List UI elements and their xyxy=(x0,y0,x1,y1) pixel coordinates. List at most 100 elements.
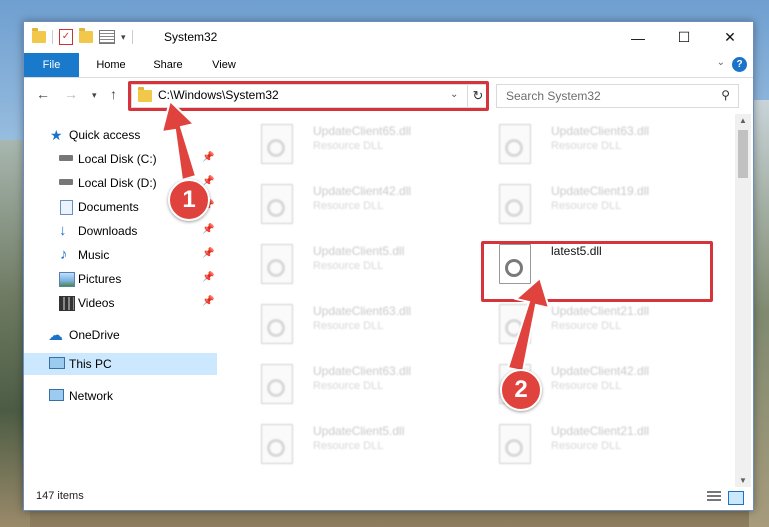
dll-file-icon xyxy=(261,184,293,224)
sidebar-item-videos[interactable]: Videos 📌 xyxy=(24,292,217,314)
file-name: UpdateClient19.dll xyxy=(551,184,650,198)
annotation-badge-1: 1 xyxy=(168,179,210,221)
customize-toolbar-chevron-icon[interactable]: ▾ xyxy=(121,32,126,43)
pin-icon[interactable]: 📌 xyxy=(202,272,214,283)
sidebar-item-network[interactable]: Network xyxy=(24,385,217,407)
file-type: Resource DLL xyxy=(551,440,622,452)
dll-file-icon xyxy=(261,244,293,284)
file-item[interactable]: UpdateClient19.dll Resource DLL xyxy=(485,182,715,238)
ribbon: File Home Share View ⌄ ? xyxy=(24,53,753,78)
new-folder-icon[interactable] xyxy=(79,28,93,43)
toolbar-divider xyxy=(131,30,133,44)
file-type: Resource DLL xyxy=(313,140,384,152)
file-name: UpdateClient63.dll xyxy=(313,364,412,378)
sidebar-item-quick-access[interactable]: ★ Quick access xyxy=(24,124,217,146)
pictures-icon xyxy=(59,272,75,287)
file-name: UpdateClient42.dll xyxy=(551,364,650,378)
properties-icon[interactable] xyxy=(99,30,115,44)
close-button[interactable]: ✕ xyxy=(707,22,753,53)
explorer-window: ✓ ▾ System32 — ☐ ✕ File Home Share View … xyxy=(23,21,754,511)
dll-file-icon xyxy=(499,304,531,344)
sidebar-item-label: Local Disk (D:) xyxy=(78,176,157,190)
sidebar-item-downloads[interactable]: ↓ Downloads 📌 xyxy=(24,220,217,242)
address-highlight-box xyxy=(128,81,489,111)
recent-locations-chevron-icon[interactable]: ▾ xyxy=(92,90,97,101)
sidebar-item-label: This PC xyxy=(69,357,112,371)
drive-icon xyxy=(59,155,73,161)
scrollbar-thumb[interactable] xyxy=(738,130,748,178)
minimize-button[interactable]: — xyxy=(615,22,661,53)
file-item[interactable]: UpdateClient65.dll Resource DLL xyxy=(247,122,477,178)
details-view-icon[interactable] xyxy=(707,491,721,503)
star-icon: ★ xyxy=(50,127,63,143)
file-item[interactable]: UpdateClient63.dll Resource DLL xyxy=(247,302,477,358)
dll-file-icon xyxy=(261,304,293,344)
help-icon[interactable]: ? xyxy=(732,57,747,72)
sidebar-item-label: Documents xyxy=(78,200,139,214)
file-item[interactable]: UpdateClient63.dll Resource DLL xyxy=(247,362,477,418)
vertical-scrollbar[interactable]: ▲ ▼ xyxy=(735,114,751,487)
pin-icon[interactable]: 📌 xyxy=(202,152,214,163)
sidebar-item-pictures[interactable]: Pictures 📌 xyxy=(24,268,217,290)
network-icon xyxy=(49,389,64,401)
file-type: Resource DLL xyxy=(313,320,384,332)
sidebar-item-label: Quick access xyxy=(69,128,141,142)
scroll-up-icon[interactable]: ▲ xyxy=(739,116,747,125)
sidebar-item-onedrive[interactable]: ☁ OneDrive xyxy=(24,324,217,346)
pin-icon[interactable]: 📌 xyxy=(202,224,214,235)
file-name: UpdateClient63.dll xyxy=(551,124,650,138)
pin-icon[interactable]: 📌 xyxy=(202,248,214,259)
scroll-down-icon[interactable]: ▼ xyxy=(739,476,747,485)
item-count: 147 items xyxy=(36,490,84,502)
file-item[interactable]: UpdateClient5.dll Resource DLL xyxy=(247,242,477,298)
file-type: Resource DLL xyxy=(551,320,622,332)
tab-view[interactable]: View xyxy=(200,53,248,77)
document-icon xyxy=(60,200,73,215)
file-type: Resource DLL xyxy=(551,380,622,392)
tab-share[interactable]: Share xyxy=(144,53,192,77)
tab-file[interactable]: File xyxy=(24,53,79,77)
file-type: Resource DLL xyxy=(313,200,384,212)
sidebar-item-label: Videos xyxy=(78,296,115,310)
back-arrow-icon[interactable]: ← xyxy=(36,86,50,102)
sidebar-item-local-disk-c[interactable]: Local Disk (C:) 📌 xyxy=(24,148,217,170)
cloud-icon: ☁ xyxy=(48,327,63,344)
navigation-pane: ★ Quick access Local Disk (C:) 📌 Local D… xyxy=(24,118,217,488)
tab-home[interactable]: Home xyxy=(87,53,135,77)
sidebar-item-label: OneDrive xyxy=(69,328,120,342)
quick-access-toolbar: ✓ ▾ xyxy=(32,28,133,45)
film-strip-icon xyxy=(59,296,75,311)
file-name: UpdateClient21.dll xyxy=(551,304,650,318)
sidebar-item-music[interactable]: ♪ Music 📌 xyxy=(24,244,217,266)
pin-icon[interactable]: 📌 xyxy=(202,296,214,307)
sidebar-item-label: Network xyxy=(69,389,114,403)
title-bar: ✓ ▾ System32 — ☐ ✕ xyxy=(24,22,753,53)
dll-file-icon xyxy=(261,424,293,464)
annotation-badge-2: 2 xyxy=(500,369,542,411)
file-item[interactable]: UpdateClient21.dll Resource DLL xyxy=(485,302,715,358)
dll-file-icon xyxy=(499,184,531,224)
forward-arrow-icon[interactable]: → xyxy=(64,86,78,102)
file-item[interactable]: UpdateClient21.dll Resource DLL xyxy=(485,422,715,478)
file-name: UpdateClient63.dll xyxy=(313,304,412,318)
dll-file-icon xyxy=(499,424,531,464)
file-item[interactable]: UpdateClient63.dll Resource DLL xyxy=(485,122,715,178)
file-name: UpdateClient5.dll xyxy=(313,244,405,258)
search-icon: ⚲ xyxy=(721,88,730,102)
file-item[interactable]: UpdateClient42.dll Resource DLL xyxy=(247,182,477,238)
large-icons-view-icon[interactable] xyxy=(728,491,744,505)
dll-file-icon xyxy=(261,364,293,404)
sidebar-item-label: Downloads xyxy=(78,224,138,238)
music-note-icon: ♪ xyxy=(60,246,68,263)
file-name: UpdateClient21.dll xyxy=(551,424,650,438)
maximize-button[interactable]: ☐ xyxy=(661,22,707,53)
status-bar: 147 items xyxy=(24,488,753,510)
sidebar-item-this-pc[interactable]: This PC xyxy=(24,353,217,375)
dll-file-icon xyxy=(261,124,293,164)
up-arrow-icon[interactable]: ↑ xyxy=(110,86,117,102)
properties-check-icon[interactable]: ✓ xyxy=(59,29,73,45)
expand-ribbon-chevron-icon[interactable]: ⌄ xyxy=(717,57,725,68)
file-item[interactable]: UpdateClient5.dll Resource DLL xyxy=(247,422,477,478)
search-input[interactable]: Search System32 ⚲ xyxy=(496,84,739,108)
sidebar-item-label: Music xyxy=(78,248,110,262)
